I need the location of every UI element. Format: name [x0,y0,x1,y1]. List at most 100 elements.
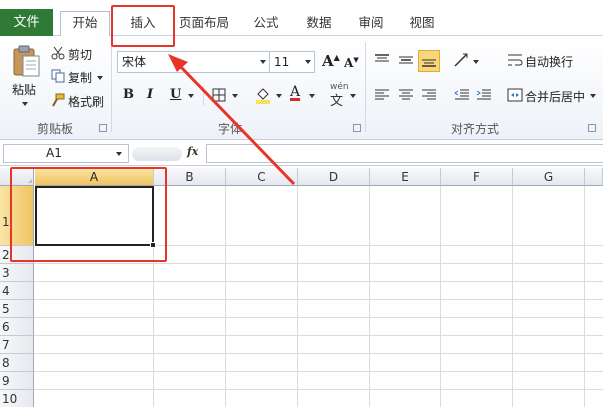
wrap-text-icon[interactable] [507,53,523,67]
gridline-column [297,186,298,407]
gridline-row [34,317,603,318]
gridline-column [369,186,370,407]
group-divider [365,42,366,132]
excel-window: 文件 开始 插入 页面布局 公式 数据 审阅 视图 粘贴 剪切 复制 格式刷 剪… [0,0,603,407]
tab-view[interactable]: 视图 [399,12,445,36]
gridline-row [34,353,603,354]
column-header-d[interactable]: D [298,168,370,186]
merge-center-icon[interactable] [507,88,523,102]
align-right-icon[interactable] [421,88,437,102]
tab-page-layout[interactable]: 页面布局 [176,12,232,36]
copy-icon[interactable] [51,69,65,83]
font-name-select[interactable]: 宋体 [117,51,270,73]
gridline-row [34,335,603,336]
formula-input[interactable] [206,144,603,163]
row-header-5[interactable]: 5 [0,300,34,318]
gridline-column [512,186,513,407]
font-group-label: 字体 [217,122,242,136]
formula-bar-splitter[interactable] [132,147,182,161]
underline-button[interactable]: U [170,87,181,102]
ribbon-home: 粘贴 剪切 复制 格式刷 剪贴板 宋体 11 A▲ A▼ B I U A wén… [0,36,603,140]
phonetic-guide-icon[interactable]: wén 文 [330,82,349,109]
gridline-column [440,186,441,407]
align-left-icon[interactable] [374,88,390,102]
increase-indent-icon[interactable] [476,88,492,102]
chevron-down-icon[interactable] [22,102,28,106]
gridline-row [34,371,603,372]
chevron-down-icon[interactable] [232,94,238,98]
format-painter-icon[interactable] [51,93,65,107]
grow-font-icon[interactable]: A▲ [322,52,340,70]
gridline-row [34,281,603,282]
clipboard-dialog-launcher-icon[interactable] [99,124,107,132]
paste-icon[interactable] [11,44,41,78]
column-header-e[interactable]: E [370,168,441,186]
italic-button[interactable]: I [147,87,153,102]
wrap-text-button[interactable]: 自动换行 [525,53,573,70]
ribbon-tab-bar: 文件 开始 插入 页面布局 公式 数据 审阅 视图 [0,0,603,36]
row-header-3[interactable]: 3 [0,264,34,282]
name-box-value: A1 [46,146,62,160]
tab-formulas[interactable]: 公式 [243,12,289,36]
border-icon[interactable] [212,88,226,102]
bold-button[interactable]: B [123,87,134,102]
row-header-4[interactable]: 4 [0,282,34,300]
chevron-down-icon[interactable] [276,94,282,98]
alignment-group-label: 对齐方式 [450,122,499,136]
copy-button[interactable]: 复制 [68,69,92,86]
font-size-select[interactable]: 11 [269,51,315,73]
row-header-9[interactable]: 9 [0,372,34,390]
gridline-row [34,263,603,264]
cut-button[interactable]: 剪切 [68,46,92,63]
chevron-down-icon [116,152,122,156]
annotation-box-insert-tab [111,5,175,47]
scissors-icon[interactable] [51,46,65,60]
name-box[interactable]: A1 [3,144,129,163]
insert-function-icon[interactable]: fx [187,145,198,158]
gridline-column [225,186,226,407]
align-bottom-icon[interactable] [418,50,440,72]
orientation-icon[interactable] [453,52,471,68]
format-painter-button[interactable]: 格式刷 [68,93,104,110]
chevron-down-icon[interactable] [473,60,479,64]
clipboard-group-label: 剪贴板 [36,122,73,136]
gridline-row [34,389,603,390]
align-middle-icon[interactable] [398,53,414,67]
divider [203,86,204,106]
font-name-value: 宋体 [122,55,147,69]
chevron-down-icon[interactable] [188,94,194,98]
gridline-row [34,299,603,300]
gridline-column [584,186,585,407]
chevron-down-icon[interactable] [350,94,356,98]
shrink-font-icon[interactable]: A▼ [344,55,359,70]
tab-review[interactable]: 审阅 [348,12,394,36]
tab-home[interactable]: 开始 [60,11,110,36]
chevron-down-icon [305,60,311,64]
column-header-partial[interactable] [585,168,603,186]
font-dialog-launcher-icon[interactable] [353,124,361,132]
chevron-down-icon[interactable] [590,94,596,98]
annotation-box-cell-a1 [10,167,167,262]
fill-color-icon[interactable] [255,86,271,104]
align-top-icon[interactable] [374,53,390,67]
column-header-c[interactable]: C [226,168,298,186]
merge-center-button[interactable]: 合并后居中 [525,88,585,105]
alignment-dialog-launcher-icon[interactable] [588,124,596,132]
chevron-down-icon[interactable] [97,76,103,80]
column-header-f[interactable]: F [441,168,513,186]
tab-data[interactable]: 数据 [296,12,342,36]
font-color-icon[interactable]: A [290,84,300,100]
row-header-10[interactable]: 10 [0,390,34,407]
paste-label[interactable]: 粘贴 [12,81,36,98]
chevron-down-icon[interactable] [309,94,315,98]
row-header-8[interactable]: 8 [0,354,34,372]
chevron-down-icon [260,60,266,64]
group-divider [111,42,112,132]
align-center-icon[interactable] [398,88,414,102]
tab-file[interactable]: 文件 [0,9,53,36]
column-header-g[interactable]: G [513,168,585,186]
decrease-indent-icon[interactable] [454,88,470,102]
row-header-7[interactable]: 7 [0,336,34,354]
formula-bar: A1 fx [0,141,603,166]
row-header-6[interactable]: 6 [0,318,34,336]
